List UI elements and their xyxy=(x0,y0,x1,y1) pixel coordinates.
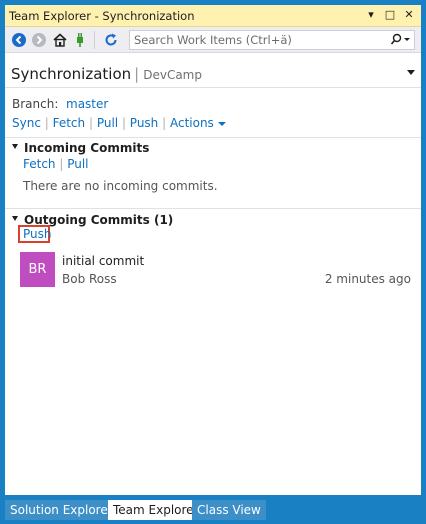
actions-menu-label: Actions xyxy=(169,116,214,130)
branch-label: Branch: xyxy=(12,97,59,111)
divider xyxy=(5,137,421,138)
actions-menu-link[interactable]: Actions xyxy=(170,116,226,130)
divider xyxy=(5,87,421,88)
push-link[interactable]: Push xyxy=(130,116,159,130)
fetch-link[interactable]: Fetch xyxy=(53,116,86,130)
tab-solution-explorer[interactable]: Solution Explorer xyxy=(5,500,118,520)
sync-link[interactable]: Sync xyxy=(12,116,41,130)
home-icon[interactable] xyxy=(52,32,68,48)
divider xyxy=(5,208,421,209)
action-links: Sync | Fetch | Pull | Push | Actions xyxy=(12,116,226,130)
connect-icon[interactable] xyxy=(72,32,88,48)
commit-message[interactable]: initial commit xyxy=(62,254,144,268)
incoming-fetch-link[interactable]: Fetch xyxy=(23,157,56,171)
project-name[interactable]: DevCamp xyxy=(143,68,202,82)
pull-link[interactable]: Pull xyxy=(97,116,118,130)
forward-icon[interactable] xyxy=(31,32,47,48)
branch-row: Branch: master xyxy=(12,97,108,111)
page-title-text: Synchronization xyxy=(11,65,132,83)
content-pane: Synchronization | DevCamp Branch: master S… xyxy=(5,53,421,495)
page-title: Synchronization | DevCamp xyxy=(11,65,202,83)
incoming-commits-title: Incoming Commits xyxy=(24,141,150,155)
maximize-icon[interactable]: □ xyxy=(382,7,398,23)
back-icon[interactable] xyxy=(11,32,27,48)
incoming-commits-header[interactable]: Incoming Commits xyxy=(12,141,149,155)
branch-name-link[interactable]: master xyxy=(66,97,108,111)
tab-class-view[interactable]: Class View xyxy=(192,500,266,520)
incoming-empty-text: There are no incoming commits. xyxy=(23,179,218,193)
outgoing-links: Push xyxy=(23,227,52,241)
toolbar-separator xyxy=(94,31,95,49)
commit-author: Bob Ross xyxy=(62,272,117,286)
page-menu-caret-icon[interactable] xyxy=(407,70,415,75)
title-bar: Team Explorer - Synchronization ▾ □ ✕ xyxy=(5,5,421,27)
collapse-triangle-icon[interactable] xyxy=(12,144,18,149)
incoming-links: Fetch | Pull xyxy=(23,157,89,171)
team-explorer-window: Team Explorer - Synchronization ▾ □ ✕ Se… xyxy=(0,0,426,524)
close-icon[interactable]: ✕ xyxy=(401,7,417,23)
avatar: BR xyxy=(20,252,55,287)
search-icon[interactable] xyxy=(388,32,412,48)
chevron-down-icon xyxy=(217,121,226,126)
tab-team-explorer[interactable]: Team Explorer xyxy=(108,500,204,520)
search-box[interactable] xyxy=(129,30,415,50)
commit-time: 2 minutes ago xyxy=(324,272,411,286)
refresh-icon[interactable] xyxy=(103,32,119,48)
search-input[interactable] xyxy=(134,32,384,48)
dropdown-icon[interactable]: ▾ xyxy=(363,7,379,23)
collapse-triangle-icon[interactable] xyxy=(12,216,18,221)
title-separator: | xyxy=(134,65,140,83)
toolbar xyxy=(5,27,421,53)
incoming-pull-link[interactable]: Pull xyxy=(67,157,88,171)
tool-window-tabs: Solution Explorer Team Explorer Class Vi… xyxy=(5,495,421,524)
window-title: Team Explorer - Synchronization xyxy=(9,9,195,23)
outgoing-push-link[interactable]: Push xyxy=(23,227,52,241)
